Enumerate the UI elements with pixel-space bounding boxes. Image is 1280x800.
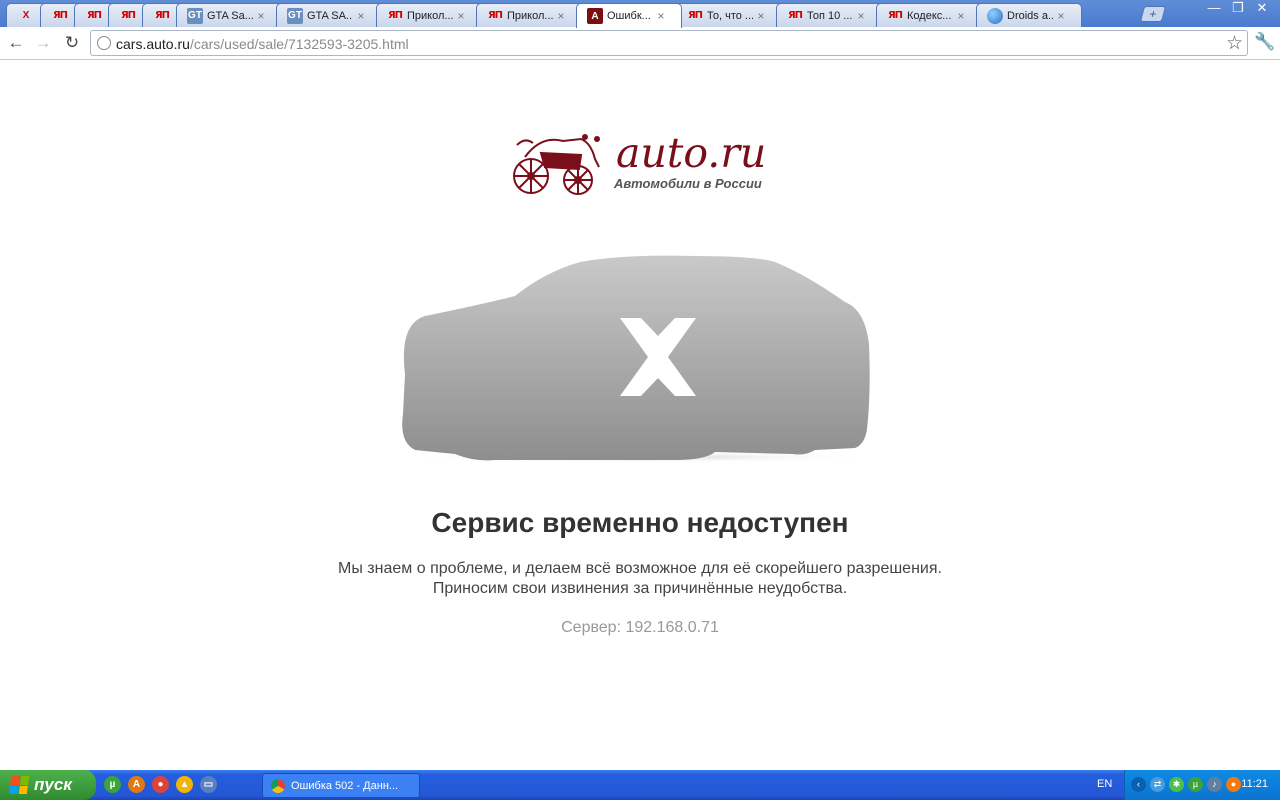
utorrent-icon[interactable]: µ: [104, 776, 121, 793]
tab-label: Прикол...: [507, 9, 553, 22]
gta-icon: GT: [287, 7, 303, 24]
chrome-icon[interactable]: ●: [152, 776, 169, 793]
car-silhouette-icon: [399, 255, 879, 463]
back-button[interactable]: ←: [5, 33, 27, 55]
tab-close-icon[interactable]: ×: [555, 9, 567, 23]
wrench-menu-icon[interactable]: 🔧: [1254, 32, 1275, 52]
globe-icon: [97, 36, 111, 50]
server-info: Сервер: 192.168.0.71: [561, 619, 719, 636]
desktop-icon[interactable]: ▭: [200, 776, 217, 793]
url-path: /cars/used/sale/7132593-3205.html: [189, 36, 409, 52]
tab-label: Droids a...: [1007, 9, 1053, 22]
forward-button[interactable]: →: [32, 33, 54, 55]
tab-label: GTA Sa...: [207, 9, 253, 22]
window-controls: — ❐ ✕: [1202, 0, 1274, 18]
yaplakal-icon: ЯП: [52, 10, 68, 21]
tab-6[interactable]: GT GTA SA... ×: [276, 3, 382, 27]
clock[interactable]: 11:21: [1241, 778, 1268, 790]
tab-list: X ЯП ЯП ЯП ЯП GT GTA Sa... × GT GTA SA... × ЯП Прико…: [6, 3, 1082, 28]
tab-label: GTA SA...: [307, 9, 353, 22]
tab-7[interactable]: ЯП Прикол... ×: [376, 3, 482, 27]
yaplakal-icon: ЯП: [787, 10, 803, 21]
tab-5[interactable]: GT GTA Sa... ×: [176, 3, 282, 27]
browser-toolbar: ← → ↻ cars.auto.ru/cars/used/sale/713259…: [0, 27, 1280, 60]
orange-app-icon[interactable]: ●: [1226, 777, 1241, 792]
error-message: Мы знаем о проблеме, и делаем всё возмож…: [0, 559, 1280, 599]
tab-12[interactable]: ЯП Кодекс... ×: [876, 3, 982, 27]
speaker-icon[interactable]: ♪: [1207, 777, 1222, 792]
tab-close-icon[interactable]: ×: [755, 9, 767, 23]
tab-close-icon[interactable]: ×: [455, 9, 467, 23]
system-tray: ‹ ⇄ ✱ µ ♪ ● 11:21: [1124, 770, 1280, 800]
start-button[interactable]: пуск: [0, 770, 96, 800]
yaplakal-icon: ЯП: [120, 10, 136, 21]
network-icon[interactable]: ⇄: [1150, 777, 1165, 792]
broken-car-illustration: [395, 254, 883, 466]
logo-subtitle: Автомобили в России: [614, 176, 762, 191]
chrome-icon: [271, 778, 285, 793]
reload-button[interactable]: ↻: [61, 33, 83, 55]
auto-ru-icon: A: [587, 8, 603, 24]
gdrive-icon[interactable]: ▲: [176, 776, 193, 793]
url-host: cars.auto.ru: [116, 36, 190, 52]
chevron-left-icon[interactable]: ‹: [1131, 777, 1146, 792]
tab-9[interactable]: A Ошибк... ×: [576, 3, 682, 28]
tab-label: Кодекс...: [907, 9, 952, 22]
new-tab-button[interactable]: +: [1139, 6, 1167, 22]
tab-close-icon[interactable]: ×: [255, 9, 267, 23]
yaplakal-icon: ЯП: [687, 10, 703, 21]
url-text[interactable]: cars.auto.ru/cars/used/sale/7132593-3205…: [116, 36, 409, 52]
yaplakal-icon: ЯП: [86, 10, 102, 21]
tab-10[interactable]: ЯП То, что ... ×: [676, 3, 782, 27]
taskbar-item-label: Ошибка 502 - Данн...: [291, 779, 399, 792]
minimize-button[interactable]: —: [1202, 0, 1226, 18]
tab-label: Прикол...: [407, 9, 453, 22]
utorrent-tray-icon[interactable]: µ: [1188, 777, 1203, 792]
tab-close-icon[interactable]: ×: [955, 9, 967, 23]
yaplakal-icon: ЯП: [154, 10, 170, 21]
taskbar: пуск µ A ● ▲ ▭ Ошибка 502 - Данн... EN ‹ ⇄ ✱ µ ♪…: [0, 770, 1280, 800]
yaplakal-icon: ЯП: [487, 10, 503, 21]
tray-icons: ‹ ⇄ ✱ µ ♪ ●: [1131, 777, 1241, 792]
logo-text: auto.ru: [616, 129, 767, 177]
quick-launch: µ A ● ▲ ▭: [104, 776, 217, 793]
close-window-button[interactable]: ✕: [1250, 0, 1274, 18]
tab-8[interactable]: ЯП Прикол... ×: [476, 3, 582, 27]
tab-close-icon[interactable]: ×: [355, 9, 367, 23]
restore-button[interactable]: ❐: [1226, 0, 1250, 18]
x-icon: X: [22, 10, 30, 21]
error-message-line1: Мы знаем о проблеме, и делаем всё возмож…: [338, 560, 942, 577]
tab-close-icon[interactable]: ×: [655, 9, 667, 23]
tab-label: Топ 10 ...: [807, 9, 853, 22]
tab-close-icon[interactable]: ×: [1055, 9, 1067, 23]
windows-flag-icon: [8, 776, 30, 794]
clover-icon[interactable]: ✱: [1169, 777, 1184, 792]
aimp-icon[interactable]: A: [128, 776, 145, 793]
tab-close-icon[interactable]: ×: [855, 9, 867, 23]
taskbar-item-chrome[interactable]: Ошибка 502 - Данн...: [262, 773, 420, 798]
tab-13[interactable]: Droids a... ×: [976, 3, 1082, 27]
error-message-line2: Приносим свои извинения за причинённые н…: [432, 580, 848, 597]
yaplakal-icon: ЯП: [887, 10, 903, 21]
tab-label: То, что ...: [707, 9, 753, 22]
tab-11[interactable]: ЯП Топ 10 ... ×: [776, 3, 882, 27]
start-label: пуск: [34, 775, 72, 794]
error-title: Сервис временно недоступен: [431, 507, 849, 538]
language-indicator[interactable]: EN: [1097, 778, 1112, 790]
carriage-icon: [513, 134, 600, 195]
globe-icon: [987, 7, 1003, 24]
auto-ru-logo[interactable]: auto.ru Автомобили в России: [511, 129, 771, 197]
tab-strip: X ЯП ЯП ЯП ЯП GT GTA Sa... × GT GTA SA... × ЯП Прико…: [0, 0, 1280, 28]
gta-icon: GT: [187, 7, 203, 24]
bookmark-star-icon[interactable]: ☆: [1226, 32, 1243, 55]
page-content: auto.ru Автомобили в России Сервис време…: [0, 61, 1280, 770]
yaplakal-icon: ЯП: [387, 10, 403, 21]
address-bar[interactable]: cars.auto.ru/cars/used/sale/7132593-3205…: [90, 30, 1248, 56]
tab-label: Ошибк...: [607, 10, 651, 22]
